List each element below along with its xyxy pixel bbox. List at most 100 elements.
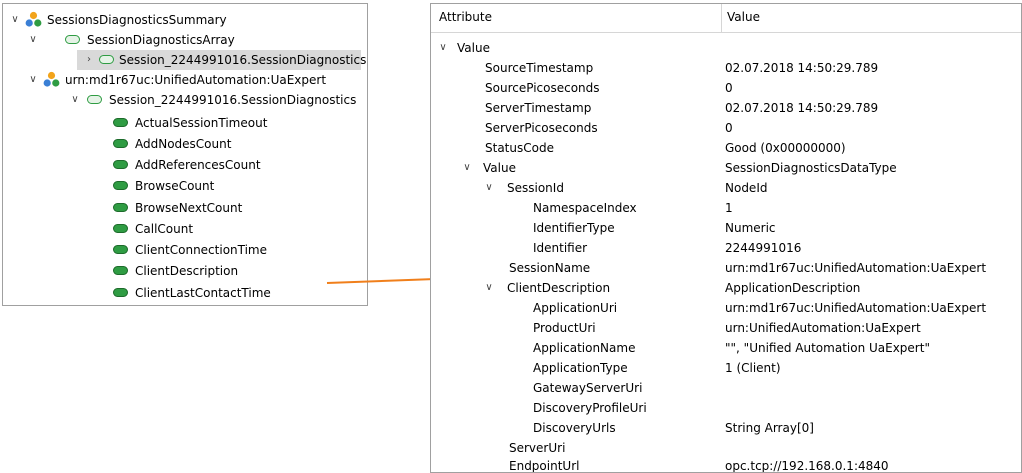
attribute-value: ApplicationDescription bbox=[725, 281, 861, 295]
tree-node-label: Session_2244991016.SessionDiagnostics bbox=[119, 53, 367, 67]
attribute-name: DiscoveryProfileUri bbox=[533, 401, 647, 415]
attribute-value: urn:md1r67uc:UnifiedAutomation:UaExpert bbox=[725, 261, 987, 275]
attribute-row-product-uri[interactable]: ProductUri urn:UnifiedAutomation:UaExper… bbox=[431, 318, 1021, 338]
attribute-name: Value bbox=[483, 161, 516, 175]
attribute-row-server-timestamp[interactable]: ServerTimestamp 02.07.2018 14:50:29.789 bbox=[431, 98, 1021, 118]
attribute-value: 0 bbox=[725, 81, 733, 95]
chevron-down-icon[interactable]: ∨ bbox=[27, 30, 39, 50]
tree-node-sessions-diagnostics-summary[interactable]: ∨ SessionsDiagnosticsSummary bbox=[3, 10, 367, 30]
attribute-value: urn:UnifiedAutomation:UaExpert bbox=[725, 321, 921, 335]
attribute-row-value-struct[interactable]: ∨ Value SessionDiagnosticsDataType bbox=[431, 158, 1021, 178]
attribute-row-source-picoseconds[interactable]: SourcePicoseconds 0 bbox=[431, 78, 1021, 98]
variable-icon bbox=[113, 118, 128, 127]
tree-node-label: ActualSessionTimeout bbox=[135, 116, 268, 130]
attribute-value: 2244991016 bbox=[725, 241, 802, 255]
address-space-tree[interactable]: ∨ SessionsDiagnosticsSummary ∨ SessionDi… bbox=[2, 3, 368, 306]
attribute-value: Numeric bbox=[725, 221, 776, 235]
attribute-row-application-name[interactable]: ApplicationName "", "Unified Automation … bbox=[431, 338, 1021, 358]
attribute-row-value[interactable]: ∨ Value bbox=[431, 38, 1021, 58]
attribute-name: ApplicationName bbox=[533, 341, 636, 355]
tree-node-session-diagnostics[interactable]: ∨ Session_2244991016.SessionDiagnostics bbox=[3, 90, 367, 110]
column-divider[interactable] bbox=[721, 4, 722, 32]
variable-icon bbox=[113, 224, 128, 233]
attribute-row-client-description[interactable]: ∨ ClientDescription ApplicationDescripti… bbox=[431, 278, 1021, 298]
attributes-header: Attribute Value bbox=[431, 4, 1021, 33]
attribute-row-application-type[interactable]: ApplicationType 1 (Client) bbox=[431, 358, 1021, 378]
attribute-name: ApplicationUri bbox=[533, 301, 618, 315]
tree-node-call-count[interactable]: CallCount bbox=[3, 219, 367, 239]
chevron-right-icon[interactable]: › bbox=[83, 50, 95, 70]
attribute-row-application-uri[interactable]: ApplicationUri urn:md1r67uc:UnifiedAutom… bbox=[431, 298, 1021, 318]
attribute-value: 1 (Client) bbox=[725, 361, 781, 375]
attribute-value: opc.tcp://192.168.0.1:4840 bbox=[725, 459, 889, 473]
object-icon bbox=[43, 71, 60, 87]
attribute-value: NodeId bbox=[725, 181, 768, 195]
tree-node-label: CallCount bbox=[135, 222, 194, 236]
attribute-name: ClientDescription bbox=[507, 281, 611, 295]
attribute-name: SessionName bbox=[509, 261, 591, 275]
tree-node-label: BrowseNextCount bbox=[135, 201, 243, 215]
variable-icon bbox=[65, 35, 80, 44]
tree-node-actual-session-timeout[interactable]: ActualSessionTimeout bbox=[3, 113, 367, 133]
attribute-row-status-code[interactable]: StatusCode Good (0x00000000) bbox=[431, 138, 1021, 158]
attribute-row-namespace-index[interactable]: NamespaceIndex 1 bbox=[431, 198, 1021, 218]
attribute-row-server-uri[interactable]: ServerUri bbox=[431, 438, 1021, 458]
attribute-value: SessionDiagnosticsDataType bbox=[725, 161, 897, 175]
chevron-down-icon[interactable]: ∨ bbox=[483, 178, 495, 198]
tree-node-client-description[interactable]: ClientDescription bbox=[3, 261, 367, 281]
attributes-panel: Attribute Value ∨ Value SourceTimestamp … bbox=[430, 3, 1022, 473]
attribute-name: DiscoveryUrls bbox=[533, 421, 616, 435]
attribute-row-session-name[interactable]: SessionName urn:md1r67uc:UnifiedAutomati… bbox=[431, 258, 1021, 278]
attribute-value: 02.07.2018 14:50:29.789 bbox=[725, 61, 879, 75]
attribute-row-discovery-profile-uri[interactable]: DiscoveryProfileUri bbox=[431, 398, 1021, 418]
chevron-down-icon[interactable]: ∨ bbox=[483, 278, 495, 298]
variable-icon bbox=[87, 95, 102, 104]
tree-node-browse-count[interactable]: BrowseCount bbox=[3, 176, 367, 196]
attribute-row-endpoint-url[interactable]: EndpointUrl opc.tcp://192.168.0.1:4840 bbox=[431, 456, 1021, 473]
tree-node-label: BrowseCount bbox=[135, 179, 215, 193]
variable-icon bbox=[113, 203, 128, 212]
tree-node-label: SessionDiagnosticsArray bbox=[87, 33, 235, 47]
tree-node-label: ClientLastContactTime bbox=[135, 286, 271, 300]
tree-node-add-references-count[interactable]: AddReferencesCount bbox=[3, 155, 367, 175]
tree-node-session-selected[interactable]: › Session_2244991016.SessionDiagnostics bbox=[77, 50, 366, 70]
attribute-value: 02.07.2018 14:50:29.789 bbox=[725, 101, 879, 115]
variable-icon bbox=[113, 160, 128, 169]
tree-node-label: urn:md1r67uc:UnifiedAutomation:UaExpert bbox=[65, 73, 327, 87]
tree-node-add-nodes-count[interactable]: AddNodesCount bbox=[3, 134, 367, 154]
attribute-name: Value bbox=[457, 41, 490, 55]
tree-node-session-diagnostics-array[interactable]: ∨ SessionDiagnosticsArray bbox=[3, 30, 367, 50]
chevron-down-icon[interactable]: ∨ bbox=[69, 90, 81, 110]
attribute-value: urn:md1r67uc:UnifiedAutomation:UaExpert bbox=[725, 301, 987, 315]
attribute-name: ApplicationType bbox=[533, 361, 628, 375]
attribute-value: String Array[0] bbox=[725, 421, 814, 435]
attribute-name: ServerTimestamp bbox=[485, 101, 592, 115]
attribute-name: ServerUri bbox=[509, 441, 566, 455]
attribute-row-identifier[interactable]: Identifier 2244991016 bbox=[431, 238, 1021, 258]
chevron-down-icon[interactable]: ∨ bbox=[461, 158, 473, 178]
object-icon bbox=[25, 11, 42, 27]
chevron-down-icon[interactable]: ∨ bbox=[437, 38, 449, 58]
attribute-row-identifier-type[interactable]: IdentifierType Numeric bbox=[431, 218, 1021, 238]
attribute-row-source-timestamp[interactable]: SourceTimestamp 02.07.2018 14:50:29.789 bbox=[431, 58, 1021, 78]
attribute-value: 1 bbox=[725, 201, 733, 215]
tree-node-browse-next-count[interactable]: BrowseNextCount bbox=[3, 198, 367, 218]
tree-node-client-last-contact-time[interactable]: ClientLastContactTime bbox=[3, 283, 367, 303]
attribute-row-server-picoseconds[interactable]: ServerPicoseconds 0 bbox=[431, 118, 1021, 138]
attribute-name: SessionId bbox=[507, 181, 564, 195]
tree-node-urn-uaexpert[interactable]: ∨ urn:md1r67uc:UnifiedAutomation:UaExper… bbox=[3, 70, 367, 90]
header-attribute[interactable]: Attribute bbox=[439, 10, 492, 24]
tree-node-label: SessionsDiagnosticsSummary bbox=[47, 13, 227, 27]
attribute-row-gateway-server-uri[interactable]: GatewayServerUri bbox=[431, 378, 1021, 398]
attribute-name: ServerPicoseconds bbox=[485, 121, 598, 135]
tree-node-client-connection-time[interactable]: ClientConnectionTime bbox=[3, 240, 367, 260]
chevron-down-icon[interactable]: ∨ bbox=[9, 10, 21, 30]
chevron-down-icon[interactable]: ∨ bbox=[27, 70, 39, 90]
variable-icon bbox=[99, 55, 114, 64]
header-value[interactable]: Value bbox=[727, 10, 760, 24]
variable-icon bbox=[113, 245, 128, 254]
attribute-value: "", "Unified Automation UaExpert" bbox=[725, 341, 930, 355]
attribute-row-discovery-urls[interactable]: DiscoveryUrls String Array[0] bbox=[431, 418, 1021, 438]
variable-icon bbox=[113, 288, 128, 297]
attribute-row-session-id[interactable]: ∨ SessionId NodeId bbox=[431, 178, 1021, 198]
